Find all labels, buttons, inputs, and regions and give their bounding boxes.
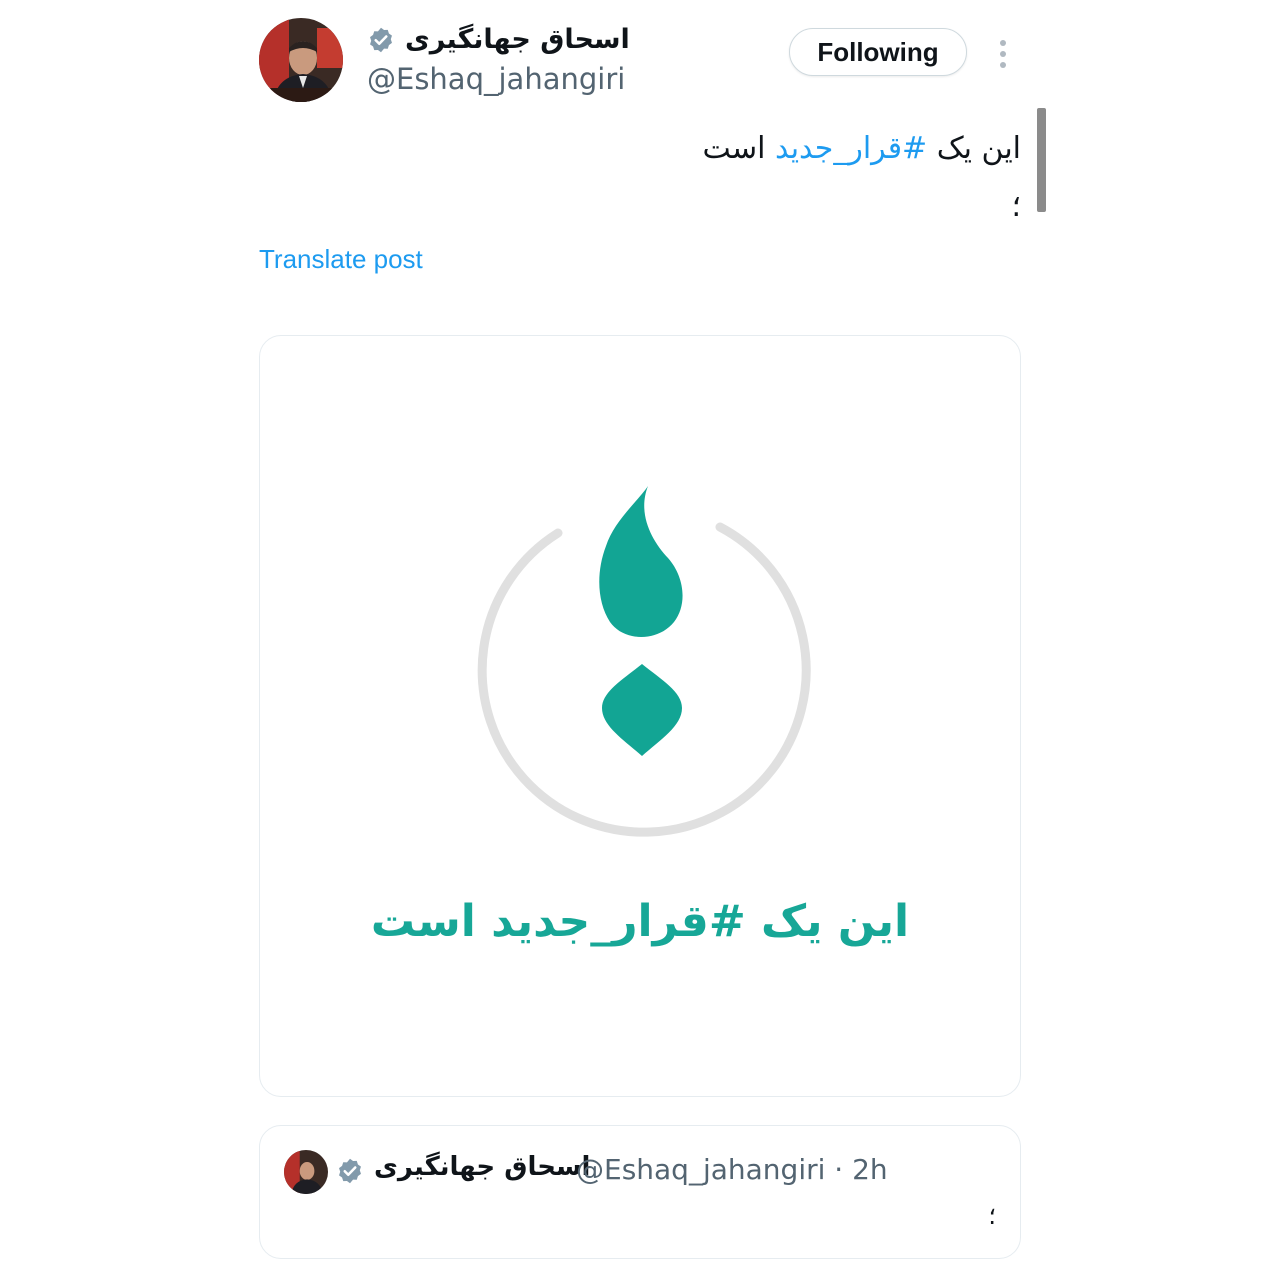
translate-post-link[interactable]: Translate post (259, 244, 423, 275)
author-avatar[interactable] (259, 18, 343, 102)
logo-drop (599, 486, 683, 637)
post-header: اسحاق جهانگیری @Eshaq_jahangiri Followin… (259, 18, 1021, 106)
post-text-line-1: این یک #قرار_جدید است (321, 120, 1021, 178)
quoted-author-name[interactable]: اسحاق جهانگیری (374, 1152, 590, 1182)
more-vertical-icon (1000, 40, 1006, 68)
author-name-row: اسحاق جهانگیری (367, 24, 630, 55)
logo-diamond (602, 664, 682, 756)
campaign-logo-graphic (477, 486, 811, 837)
hashtag-link[interactable]: #قرار_جدید (775, 131, 927, 166)
author-display-name[interactable]: اسحاق جهانگیری (405, 24, 630, 55)
media-caption: این یک #قرار_جدید است (370, 896, 910, 947)
post-media-card[interactable]: این یک #قرار_جدید است (259, 335, 1021, 1097)
post-text-prefix: این یک (927, 131, 1021, 166)
text-scrollbar[interactable] (1037, 108, 1046, 212)
quoted-author-avatar[interactable] (284, 1150, 328, 1194)
verified-badge-icon (370, 27, 392, 52)
following-button[interactable]: Following (789, 28, 967, 76)
verified-badge-icon (339, 1158, 361, 1184)
quoted-handle-time[interactable]: @Eshaq_jahangiri · 2h (576, 1153, 888, 1186)
more-options-button[interactable] (989, 36, 1017, 72)
post-text-line-2: ؛ (1011, 189, 1021, 224)
post-text-suffix: است (702, 131, 775, 166)
quoted-post-card[interactable]: اسحاق جهانگیری @Eshaq_jahangiri · 2h ؛ (259, 1125, 1021, 1259)
quoted-post-text: ؛ (988, 1202, 996, 1230)
post-text: این یک #قرار_جدید است ؛ (321, 120, 1021, 236)
author-handle[interactable]: @Eshaq_jahangiri (367, 62, 625, 96)
